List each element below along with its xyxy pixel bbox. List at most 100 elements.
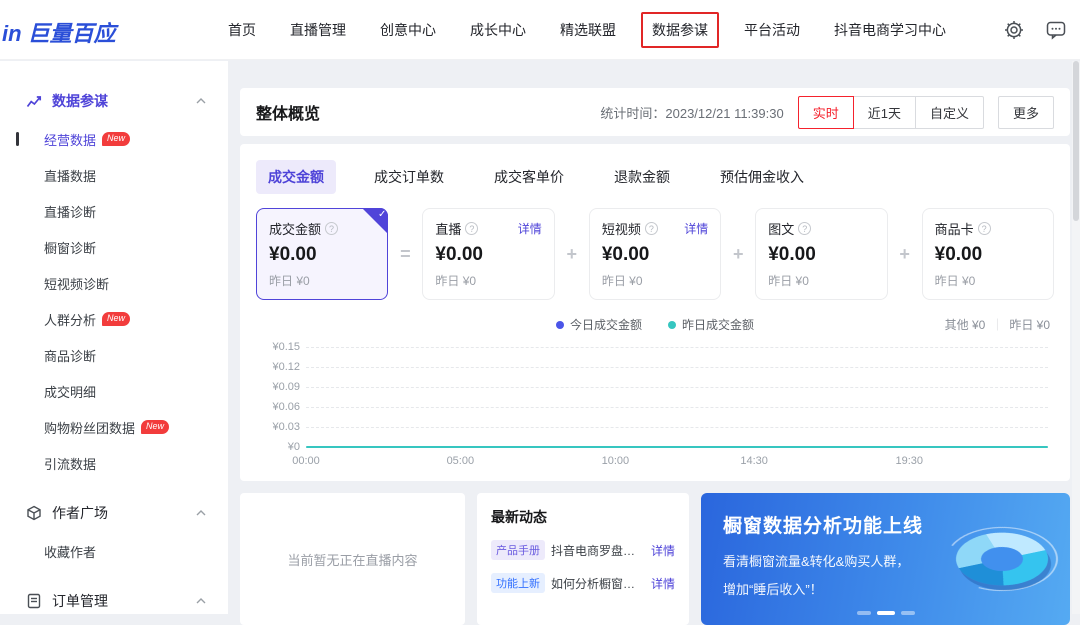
sidebar-list-author-plaza: 收藏作者 <box>0 533 228 569</box>
metric-card-yesterday: 昨日 ¥0 <box>435 272 541 289</box>
sidebar-item-showcase-diagnosis[interactable]: 橱窗诊断 <box>0 229 228 265</box>
sidebar-item-favorite-authors[interactable]: 收藏作者 <box>0 533 228 569</box>
check-icon: ✓ <box>378 209 386 220</box>
operator-plus: + <box>888 208 922 300</box>
metric-card-value: ¥0.00 <box>768 244 874 266</box>
sidebar-item-fanclub-data[interactable]: 购物粉丝团数据 New <box>0 409 228 445</box>
carousel-dot[interactable] <box>857 611 871 615</box>
legend-dot-yesterday-icon <box>668 321 676 329</box>
nav-item-growth-center[interactable]: 成长中心 <box>470 20 526 40</box>
sidebar-header-label: 订单管理 <box>52 591 108 611</box>
sidebar-item-audience-analysis[interactable]: 人群分析 New <box>0 301 228 337</box>
trend-chart: ¥0.15 ¥0.12 ¥0.09 ¥0.06 ¥0.03 ¥0 00:00 0… <box>262 347 1048 471</box>
detail-link[interactable]: 详情 <box>518 220 542 237</box>
nav-item-creative-center[interactable]: 创意中心 <box>380 20 436 40</box>
nav-item-home[interactable]: 首页 <box>228 20 256 40</box>
stat-time: 统计时间：2023/12/21 11:39:30 <box>600 103 783 122</box>
range-custom-button[interactable]: 自定义 <box>915 96 984 129</box>
message-bubble-icon[interactable] <box>1046 20 1066 40</box>
range-realtime-button[interactable]: 实时 <box>798 96 854 129</box>
sidebar-item-label: 商品诊断 <box>44 346 96 365</box>
page-scrollbar[interactable] <box>1072 61 1080 614</box>
nav-item-data-advisor[interactable]: 数据参谋 <box>641 12 719 48</box>
metric-card-yesterday: 昨日 ¥0 <box>269 272 375 289</box>
metric-card-title: 直播 <box>435 219 461 238</box>
more-button[interactable]: 更多 <box>998 96 1054 129</box>
metric-card-live[interactable]: 直播 ? 详情 ¥0.00 昨日 ¥0 <box>422 208 554 300</box>
nav-item-platform-activity[interactable]: 平台活动 <box>744 20 800 40</box>
legend-today[interactable]: 今日成交金额 <box>556 316 642 333</box>
sidebar-item-transaction-detail[interactable]: 成交明细 <box>0 373 228 409</box>
sidebar-item-live-diagnosis[interactable]: 直播诊断 <box>0 193 228 229</box>
metric-card-total[interactable]: ✓ 成交金额 ? ¥0.00 昨日 ¥0 <box>256 208 388 300</box>
banner-decoration-chart <box>950 507 1054 611</box>
metric-card-image-text[interactable]: 图文 ? ¥0.00 昨日 ¥0 <box>755 208 887 300</box>
info-icon[interactable]: ? <box>798 222 811 235</box>
logo[interactable]: in 巨量百应 <box>2 16 116 48</box>
chart-x-axis: 00:00 05:00 10:00 14:30 19:30 <box>306 455 1048 471</box>
nav-item-learning-center[interactable]: 抖音电商学习中心 <box>834 20 946 40</box>
legend-yesterday[interactable]: 昨日成交金额 <box>668 316 754 333</box>
operator-plus: + <box>721 208 755 300</box>
sidebar-item-product-diagnosis[interactable]: 商品诊断 <box>0 337 228 373</box>
sidebar-header-data-advisor[interactable]: 数据参谋 <box>0 81 228 121</box>
nav-item-selected-alliance[interactable]: 精选联盟 <box>560 20 616 40</box>
news-item[interactable]: 产品手册 抖音电商罗盘最全最... 详情 <box>491 540 675 560</box>
y-tick: ¥0.09 <box>260 381 300 393</box>
info-icon[interactable]: ? <box>978 222 991 235</box>
news-item[interactable]: 功能上新 如何分析橱窗数据，... 详情 <box>491 573 675 593</box>
carousel-dot-active[interactable] <box>877 611 895 615</box>
chart-grid: ¥0.15 ¥0.12 ¥0.09 ¥0.06 ¥0.03 ¥0 <box>306 347 1048 447</box>
settings-gear-icon[interactable] <box>1004 20 1024 40</box>
metric-card-short-video[interactable]: 短视频 ? 详情 ¥0.00 昨日 ¥0 <box>589 208 721 300</box>
y-tick: ¥0.12 <box>260 361 300 373</box>
range-1day-button[interactable]: 近1天 <box>853 96 916 129</box>
nav-item-live-mgmt[interactable]: 直播管理 <box>290 20 346 40</box>
news-title: 最新动态 <box>491 507 675 527</box>
chevron-up-icon <box>196 98 206 104</box>
sidebar-item-label: 橱窗诊断 <box>44 238 96 257</box>
info-icon[interactable]: ? <box>465 222 478 235</box>
new-badge: New <box>102 312 130 326</box>
sidebar-item-live-data[interactable]: 直播数据 <box>0 157 228 193</box>
sidebar-header-order-mgmt[interactable]: 订单管理 <box>0 581 228 614</box>
tab-est-commission[interactable]: 预估佣金收入 <box>708 160 816 194</box>
sidebar-item-label: 经营数据 <box>44 130 96 149</box>
top-nav: in 巨量百应 首页 直播管理 创意中心 成长中心 精选联盟 数据参谋 平台活动… <box>0 0 1080 60</box>
tab-refund-amount[interactable]: 退款金额 <box>602 160 682 194</box>
chart-legend-row: 今日成交金额 昨日成交金额 其他 ¥0｜昨日 ¥0 <box>256 316 1054 333</box>
live-placeholder-text: 当前暂无正在直播内容 <box>287 550 417 569</box>
news-tag-manual[interactable]: 产品手册 <box>491 540 545 560</box>
operator-plus: + <box>555 208 589 300</box>
overview-header: 整体概览 统计时间：2023/12/21 11:39:30 实时 近1天 自定义… <box>240 88 1070 136</box>
metric-card-yesterday: 昨日 ¥0 <box>768 272 874 289</box>
metric-card-value: ¥0.00 <box>602 244 708 266</box>
info-icon[interactable]: ? <box>645 222 658 235</box>
tab-avg-order-value[interactable]: 成交客单价 <box>482 160 576 194</box>
x-tick: 19:30 <box>895 455 923 467</box>
news-detail-link[interactable]: 详情 <box>651 575 675 592</box>
sidebar-section-author-plaza: 作者广场 收藏作者 <box>0 493 228 569</box>
info-icon[interactable]: ? <box>325 222 338 235</box>
tab-gmv[interactable]: 成交金额 <box>256 160 336 194</box>
sidebar-header-author-plaza[interactable]: 作者广场 <box>0 493 228 533</box>
detail-link[interactable]: 详情 <box>684 220 708 237</box>
yesterday-series-line <box>306 446 1048 448</box>
news-detail-link[interactable]: 详情 <box>651 542 675 559</box>
sidebar-item-label: 成交明细 <box>44 382 96 401</box>
sidebar-item-video-diagnosis[interactable]: 短视频诊断 <box>0 265 228 301</box>
metric-card-product-card[interactable]: 商品卡 ? ¥0.00 昨日 ¥0 <box>922 208 1054 300</box>
carousel-dot[interactable] <box>901 611 915 615</box>
trend-chart-icon <box>26 93 42 109</box>
sidebar-item-label: 引流数据 <box>44 454 96 473</box>
tab-order-count[interactable]: 成交订单数 <box>362 160 456 194</box>
news-tag-new-feature[interactable]: 功能上新 <box>491 573 545 593</box>
scrollbar-thumb[interactable] <box>1073 61 1079 221</box>
sidebar-item-business-data[interactable]: 经营数据 New <box>0 121 228 157</box>
legend-label: 昨日成交金额 <box>682 316 754 333</box>
sidebar-item-traffic-data[interactable]: 引流数据 <box>0 445 228 481</box>
stat-time-value: 2023/12/21 11:39:30 <box>665 106 783 121</box>
metric-card-value: ¥0.00 <box>935 244 1041 266</box>
promo-banner[interactable]: 橱窗数据分析功能上线 看清橱窗流量&转化&购买人群， 增加“睡后收入”！ <box>701 493 1070 625</box>
metric-cards-row: ✓ 成交金额 ? ¥0.00 昨日 ¥0 = 直播 ? 详情 ¥0.00 昨日 … <box>256 208 1054 300</box>
